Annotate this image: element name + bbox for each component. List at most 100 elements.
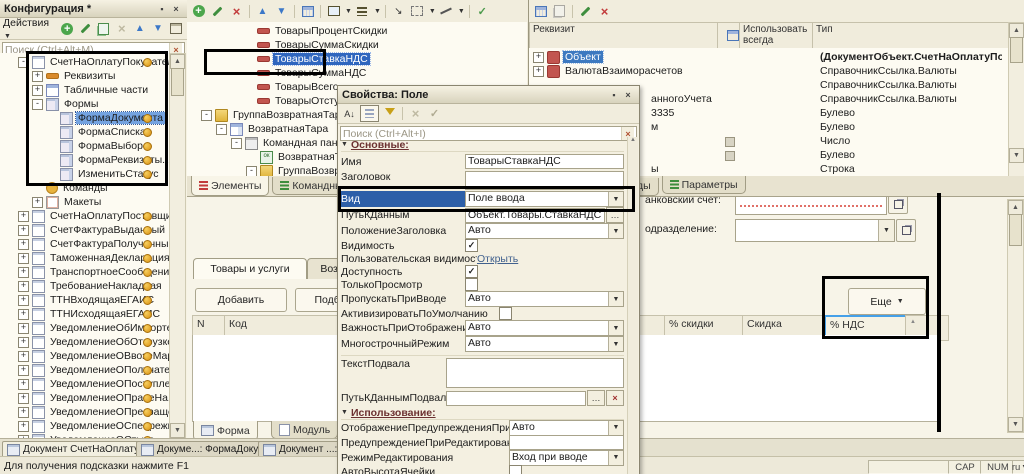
skiponinput-combo[interactable]: Авто xyxy=(465,291,624,307)
delete-icon[interactable] xyxy=(228,4,245,19)
frame-icon[interactable] xyxy=(409,4,426,19)
properties-scrollbar[interactable] xyxy=(627,137,638,474)
tree-item[interactable]: + Табличные части xyxy=(0,83,170,97)
tree-item[interactable]: + Реквизиты xyxy=(0,69,170,83)
use-always-checkbox[interactable] xyxy=(725,137,735,147)
open-link[interactable]: Открыть xyxy=(477,253,518,265)
footerpath-input[interactable] xyxy=(446,391,586,406)
expander-icon[interactable]: - xyxy=(216,124,227,135)
clear-icon[interactable] xyxy=(606,390,624,406)
multiline-combo[interactable]: Авто xyxy=(465,336,624,352)
tree-item[interactable]: + УведомлениеОПравеНа... xyxy=(0,391,170,405)
tree-item[interactable]: Команды xyxy=(0,181,170,195)
tab-form[interactable]: Форма xyxy=(193,421,258,439)
tree-item[interactable]: + УведомлениеОПрекраще... xyxy=(0,405,170,419)
chevron-down-icon[interactable] xyxy=(608,292,623,306)
tree-item[interactable]: ФормаСписка xyxy=(0,125,170,139)
tree-item[interactable]: + ТранспортноеСообщение xyxy=(0,265,170,279)
expander-icon[interactable]: + xyxy=(18,267,29,278)
ellipsis-icon[interactable] xyxy=(587,390,605,406)
expander-icon[interactable]: + xyxy=(18,295,29,306)
scroll-thumb[interactable] xyxy=(1010,37,1023,63)
expander-icon[interactable]: + xyxy=(18,365,29,376)
scroll-down-icon[interactable] xyxy=(1008,417,1023,432)
caption-input[interactable] xyxy=(465,171,624,190)
screen-view-icon[interactable] xyxy=(325,4,342,19)
division-field[interactable] xyxy=(735,219,895,242)
chevron-down-icon[interactable] xyxy=(608,192,623,206)
expander-icon[interactable]: - xyxy=(18,57,29,68)
chevron-down-icon[interactable] xyxy=(878,220,894,241)
scroll-up-icon[interactable] xyxy=(1008,200,1023,215)
section-usage[interactable]: Использование: xyxy=(341,406,624,420)
visible-checkbox[interactable] xyxy=(465,239,478,252)
add-button[interactable]: Добавить xyxy=(195,288,287,312)
bank-account-field[interactable] xyxy=(735,196,887,215)
tree-item[interactable]: + УведомлениеОПоступле... xyxy=(0,377,170,391)
close-icon[interactable]: × xyxy=(621,88,635,101)
footertext-input[interactable] xyxy=(446,358,624,388)
tree-item[interactable]: + УведомлениеОВвозеМар... xyxy=(0,349,170,363)
tree-item[interactable]: ИзменитьСтатус xyxy=(0,167,170,181)
expander-icon[interactable]: + xyxy=(18,309,29,320)
tree-item[interactable]: + ТТНИсходящаяЕГАИС xyxy=(0,307,170,321)
copy-icon[interactable] xyxy=(96,21,112,36)
use-always-checkbox[interactable] xyxy=(725,151,735,161)
tree-item[interactable]: + Макеты xyxy=(0,195,170,209)
tree-item[interactable]: - СчетНаОплатуПокупателю xyxy=(0,55,170,69)
tab-elements[interactable]: Элементы xyxy=(191,176,269,196)
form-scrollbar[interactable] xyxy=(1007,199,1024,433)
categories-icon[interactable] xyxy=(360,105,379,122)
edit-icon[interactable] xyxy=(209,4,226,19)
expander-icon[interactable]: - xyxy=(246,166,257,177)
chevron-down-icon[interactable]: ▼ xyxy=(429,8,436,15)
warn-input[interactable] xyxy=(509,435,624,450)
edit-icon[interactable] xyxy=(78,21,94,36)
expander-icon[interactable]: + xyxy=(18,407,29,418)
language-selector[interactable]: ru▼ xyxy=(1012,460,1024,474)
enabled-checkbox[interactable] xyxy=(465,265,478,278)
open-icon[interactable] xyxy=(888,196,908,214)
autoheight-checkbox[interactable] xyxy=(509,465,522,474)
move-down-icon[interactable] xyxy=(273,4,290,19)
scroll-up-icon[interactable] xyxy=(1009,23,1024,38)
captionpos-combo[interactable]: Авто xyxy=(465,223,624,239)
section-main[interactable]: Основные: xyxy=(341,138,624,152)
expander-icon[interactable]: + xyxy=(18,211,29,222)
chevron-down-icon[interactable] xyxy=(608,224,623,238)
expander-icon[interactable]: + xyxy=(18,337,29,348)
copy-icon[interactable] xyxy=(551,4,568,19)
chevron-down-icon[interactable]: ▼ xyxy=(345,8,352,15)
expander-icon[interactable]: - xyxy=(201,110,212,121)
apply-icon[interactable] xyxy=(426,106,443,121)
window-icon[interactable] xyxy=(168,21,184,36)
expander-icon[interactable]: - xyxy=(231,138,242,149)
chevron-down-icon[interactable] xyxy=(608,451,623,465)
delete-icon[interactable] xyxy=(114,21,130,36)
tree-item[interactable]: + СчетНаОплатуПоставщика xyxy=(0,209,170,223)
tree-item[interactable]: ФормаРеквизиты... xyxy=(0,153,170,167)
actions-menu[interactable]: Действия ▼ xyxy=(3,17,57,41)
chevron-down-icon[interactable]: ▼ xyxy=(458,8,465,15)
move-up-icon[interactable] xyxy=(254,4,271,19)
move-up-icon[interactable] xyxy=(132,21,148,36)
tree-item[interactable]: + ТаможеннаяДекларация... xyxy=(0,251,170,265)
more-button[interactable]: Еще▼ xyxy=(848,288,926,315)
tab-module[interactable]: Модуль xyxy=(271,421,338,439)
expander-icon[interactable]: + xyxy=(18,281,29,292)
expander-icon[interactable]: + xyxy=(18,239,29,250)
add-icon[interactable] xyxy=(190,4,207,19)
add-icon[interactable] xyxy=(59,21,76,36)
scroll-down-icon[interactable] xyxy=(170,423,185,438)
expander-icon[interactable]: + xyxy=(18,323,29,334)
attribute-row[interactable]: + ВалютаВзаиморасчетов СправочникСсылка.… xyxy=(529,64,1008,78)
tree-item[interactable]: + УведомлениеОбОтгрузке... xyxy=(0,335,170,349)
add-attribute-icon[interactable] xyxy=(532,4,549,19)
tree-item[interactable]: + ТТНВходящаяЕГАИС xyxy=(0,293,170,307)
config-tree-scrollbar[interactable] xyxy=(169,53,186,439)
expander-icon[interactable]: + xyxy=(18,351,29,362)
tree-item[interactable]: + УведомлениеОбИмпорте... xyxy=(0,321,170,335)
expander-icon[interactable]: - xyxy=(32,99,43,110)
expander-icon[interactable]: + xyxy=(533,52,544,63)
scroll-up-icon[interactable] xyxy=(170,54,185,69)
